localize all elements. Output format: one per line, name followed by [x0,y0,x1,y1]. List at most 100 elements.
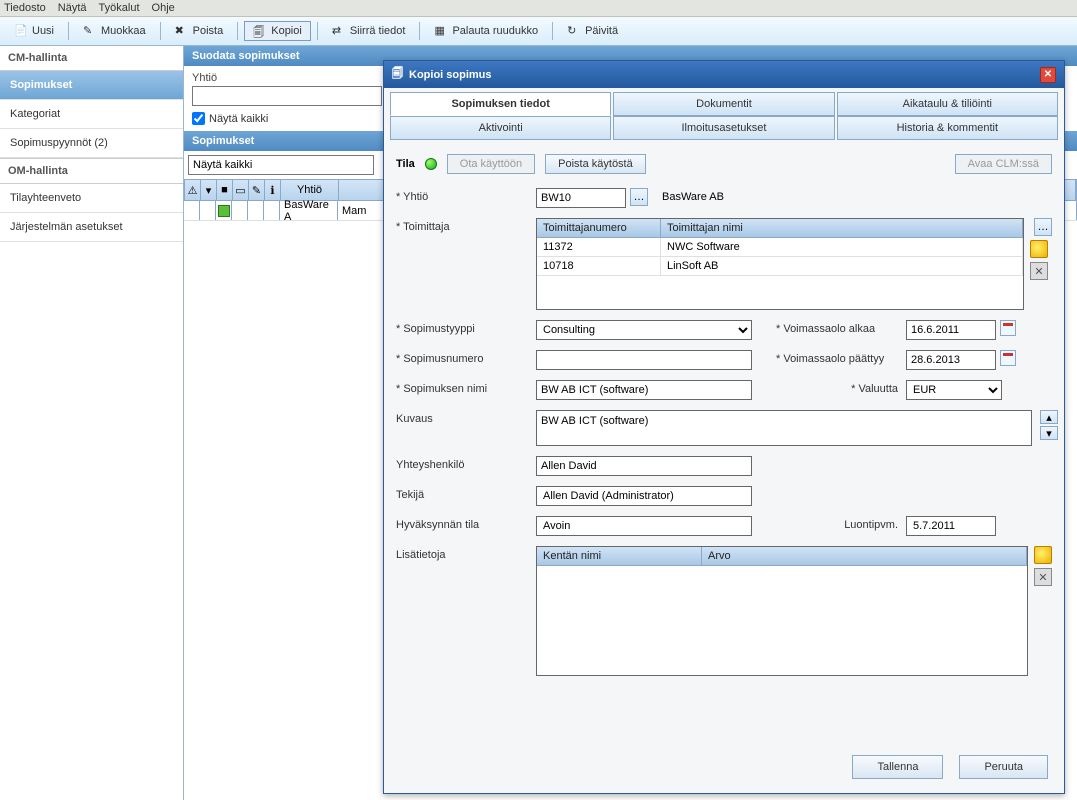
scroll-up-icon[interactable]: ▴ [1040,410,1058,424]
company-name-display: BasWare AB [662,188,724,203]
menubar: Tiedosto Näytä Työkalut Ohje [0,0,1077,17]
company-code-input[interactable] [536,188,626,208]
disable-button[interactable]: Poista käytöstä [545,154,646,174]
refresh-icon: ↻ [567,24,581,38]
menu-file[interactable]: Tiedosto [4,2,46,14]
grid-col-icon2[interactable]: ▾ [201,180,217,200]
supplier-col-name[interactable]: Toimittajan nimi [661,219,1023,237]
type-select[interactable]: Consulting [536,320,752,340]
transfer-icon: ⇄ [332,24,346,38]
toolbar-edit[interactable]: ✎Muokkaa [75,22,154,40]
sidebar-item-settings[interactable]: Järjestelmän asetukset [0,213,183,242]
toolbar-copy[interactable]: 🗐Kopioi [244,21,311,41]
calendar-icon[interactable] [1000,320,1016,336]
extra-remove-icon[interactable]: ✕ [1034,568,1052,586]
contact-input[interactable] [536,456,752,476]
supplier-row[interactable]: 10718 LinSoft AB [537,257,1023,276]
sidebar-item-requests[interactable]: Sopimuspyynnöt (2) [0,129,183,158]
close-icon[interactable]: ✕ [1040,67,1056,83]
tab-contract-info[interactable]: Sopimuksen tiedot [390,92,611,116]
enable-button[interactable]: Ota käyttöön [447,154,535,174]
copy-contract-dialog: 🗐 Kopioi sopimus ✕ Sopimuksen tiedot Dok… [383,60,1065,794]
sidebar-item-categories[interactable]: Kategoriat [0,100,183,129]
created-label: Luontipvm. [776,516,906,531]
grid-col-status-icon[interactable]: ⚠ [185,180,201,200]
valid-to-label: * Voimassaolo päättyy [776,350,906,365]
tab-documents[interactable]: Dokumentit [613,92,834,116]
description-textarea[interactable]: BW AB ICT (software) [536,410,1032,446]
sidebar-section-cm: CM-hallinta [0,46,183,71]
toolbar: 📄Uusi ✎Muokkaa ✖Poista 🗐Kopioi ⇄Siirrä t… [0,17,1077,46]
valid-from-input[interactable] [906,320,996,340]
grid-col-icon5[interactable]: ✎ [249,180,265,200]
extra-add-icon[interactable] [1034,546,1052,564]
scroll-down-icon[interactable]: ▾ [1040,426,1058,440]
pencil-icon: ✎ [83,24,97,38]
contract-name-input[interactable] [536,380,752,400]
filter-company-input[interactable] [192,86,382,106]
toolbar-refresh[interactable]: ↻Päivitä [559,22,626,40]
menu-tools[interactable]: Työkalut [99,2,140,14]
sidebar: CM-hallinta Sopimukset Kategoriat Sopimu… [0,46,184,800]
filter-showall-checkbox[interactable] [192,112,205,125]
extra-table: Kentän nimi Arvo [536,546,1028,676]
tab-notifications[interactable]: Ilmoitusasetukset [613,116,834,140]
extra-col-name[interactable]: Kentän nimi [537,547,702,565]
status-label: Tila [396,158,415,170]
grid-col-icon4[interactable]: ▭ [233,180,249,200]
extra-col-value[interactable]: Arvo [702,547,1027,565]
sidebar-section-om: OM-hallinta [0,158,183,184]
supplier-col-number[interactable]: Toimittajanumero [537,219,661,237]
contract-number-input[interactable] [536,350,752,370]
supplier-table: Toimittajanumero Toimittajan nimi 11372 … [536,218,1024,310]
filter-showall-label: Näytä kaikki [209,113,268,125]
supplier-lookup-icon[interactable]: … [1034,218,1052,236]
extra-label: Lisätietoja [396,546,536,561]
supplier-remove-icon[interactable]: ✕ [1030,262,1048,280]
copy-icon: 🗐 [253,24,267,38]
supplier-add-icon[interactable] [1030,240,1048,258]
tab-schedule[interactable]: Aikataulu & tiliöinti [837,92,1058,116]
type-label: * Sopimustyyppi [396,320,536,335]
cancel-button[interactable]: Peruuta [959,755,1048,779]
toolbar-delete[interactable]: ✖Poista [167,22,232,40]
toolbar-new[interactable]: 📄Uusi [6,22,62,40]
currency-label: * Valuutta [776,380,906,395]
approval-display: Avoin [536,516,752,536]
valid-to-input[interactable] [906,350,996,370]
author-label: Tekijä [396,486,536,501]
open-clm-button[interactable]: Avaa CLM:ssä [955,154,1052,174]
new-icon: 📄 [14,24,28,38]
sidebar-item-contracts[interactable]: Sopimukset [0,71,183,100]
grid-col-icon6[interactable]: ℹ [265,180,281,200]
grid-icon: ▦ [434,24,448,38]
save-button[interactable]: Tallenna [852,755,943,779]
supplier-label: * Toimittaja [396,218,536,233]
toolbar-restore[interactable]: ▦Palauta ruudukko [426,22,546,40]
menu-view[interactable]: Näytä [58,2,87,14]
menu-help[interactable]: Ohje [152,2,175,14]
toolbar-move[interactable]: ⇄Siirrä tiedot [324,22,414,40]
valid-from-label: * Voimassaolo alkaa [776,320,906,335]
currency-select[interactable]: EUR [906,380,1002,400]
grid-col-icon3[interactable]: ■ [217,180,233,200]
supplier-row[interactable]: 11372 NWC Software [537,238,1023,257]
contact-label: Yhteyshenkilö [396,456,536,471]
name-label: * Sopimuksen nimi [396,380,536,395]
status-led-icon [425,158,437,170]
dialog-icon: 🗐 [392,65,403,84]
tab-history[interactable]: Historia & kommentit [837,116,1058,140]
sidebar-item-summary[interactable]: Tilayhteenveto [0,184,183,213]
grid-nav-input[interactable] [188,155,374,175]
created-display: 5.7.2011 [906,516,996,536]
tab-activation[interactable]: Aktivointi [390,116,611,140]
approval-label: Hyväksynnän tila [396,516,536,531]
company-label: * Yhtiö [396,188,536,203]
grid-cell-company: BasWare A [280,201,338,220]
dialog-titlebar[interactable]: 🗐 Kopioi sopimus ✕ [384,61,1064,88]
calendar-icon[interactable] [1000,350,1016,366]
status-green-icon [218,205,230,217]
grid-col-company[interactable]: Yhtiö [281,180,339,200]
company-lookup-icon[interactable]: … [630,188,648,206]
author-display: Allen David (Administrator) [536,486,752,506]
